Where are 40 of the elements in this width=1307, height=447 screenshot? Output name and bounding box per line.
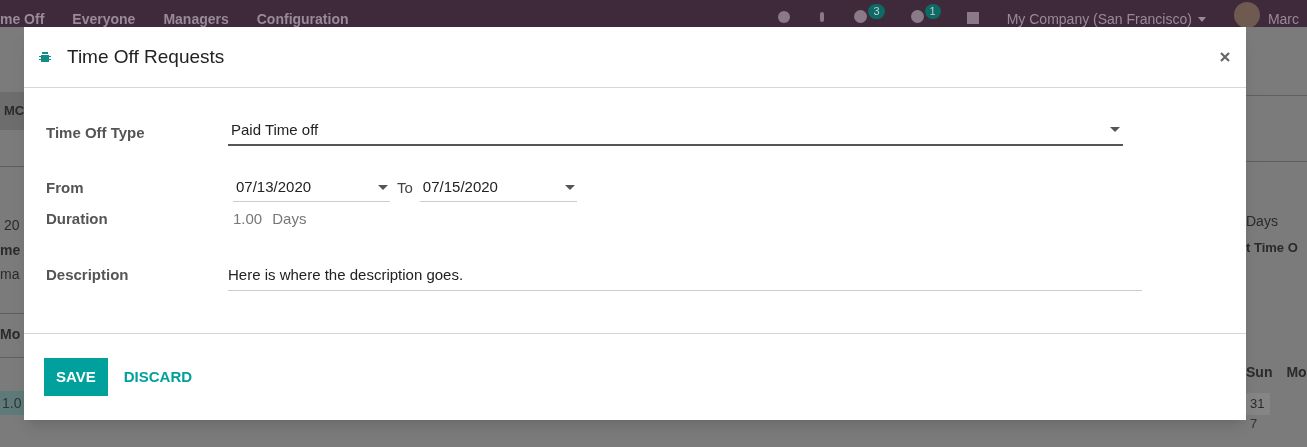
save-button[interactable]: SAVE <box>44 358 108 396</box>
employee-name: me <box>0 241 22 260</box>
duration-value: 1.00 <box>233 209 263 229</box>
avatar <box>1233 2 1260 27</box>
menu-item[interactable]: Configuration <box>256 12 349 26</box>
field-label: Time Off Type <box>46 123 146 143</box>
caret-icon <box>378 184 388 191</box>
caret-icon <box>1197 16 1206 22</box>
weekday-header: Mo <box>0 325 22 344</box>
date-text: 20 <box>3 216 21 235</box>
weekday-header: Sun <box>1246 362 1273 382</box>
select-field[interactable]: Paid Time off <box>228 116 1123 146</box>
caret-icon <box>1110 127 1120 133</box>
date-field[interactable]: 07/13/2020 <box>233 174 390 202</box>
menu-item[interactable]: Managers <box>163 12 229 26</box>
calendar-cell: 1.0 <box>0 391 24 415</box>
field-label: Description <box>46 265 130 286</box>
range-separator: To <box>397 177 413 198</box>
weekday-header: Mo <box>1286 362 1307 382</box>
menu-item[interactable]: me Off <box>0 12 45 26</box>
type-text: t Time O <box>1246 239 1299 257</box>
days-text: Days <box>1246 212 1279 231</box>
subtitle-text: ma <box>0 265 21 284</box>
discard-button[interactable]: DISCARD <box>123 358 193 396</box>
count-badge: 1 <box>924 4 941 19</box>
calendar-day: 31 <box>1246 392 1270 415</box>
count-badge: 3 <box>868 4 885 19</box>
date-field[interactable]: 07/15/2020 <box>419 174 577 202</box>
caret-icon <box>564 184 575 191</box>
close-button[interactable] <box>1218 50 1232 64</box>
menu-item[interactable]: Everyone <box>72 12 136 26</box>
description-field[interactable]: Here is where the description goes. <box>228 260 1142 291</box>
dialog-title: Time Off Requests <box>67 44 225 69</box>
duration-unit: Days <box>272 209 307 229</box>
field-label: Duration <box>46 209 109 229</box>
field-label: From <box>46 177 85 198</box>
calendar-day: 7 <box>1246 414 1270 433</box>
user-name[interactable]: Marc <box>1267 12 1299 26</box>
company-switcher[interactable]: My Company (San Francisco) <box>1006 12 1206 26</box>
view-tab[interactable]: MC <box>0 101 25 121</box>
